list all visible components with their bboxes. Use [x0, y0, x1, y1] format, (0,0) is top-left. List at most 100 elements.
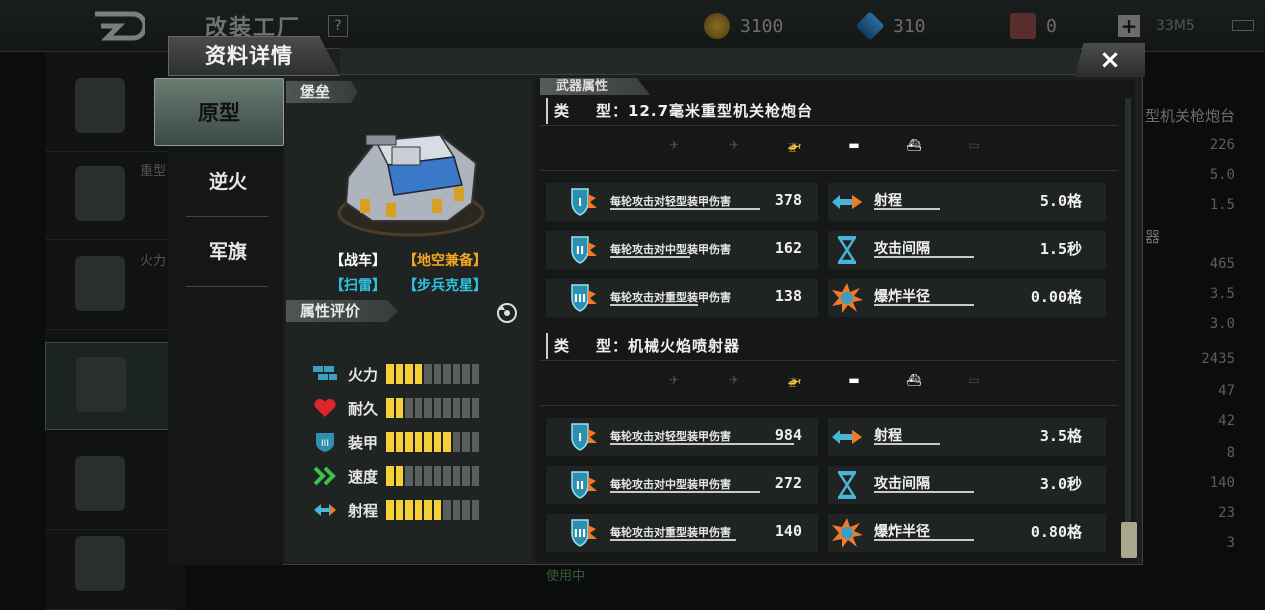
tab-prototype[interactable]: 原型 [154, 78, 284, 146]
attr-bar-segment [433, 500, 441, 520]
rotate-icon[interactable] [496, 302, 518, 324]
in-use-label: 使用中 [546, 569, 586, 584]
bg-value: 1.5 [1209, 197, 1235, 213]
svg-text:II: II [576, 479, 584, 492]
help-button[interactable]: ? [328, 15, 348, 37]
attr-bar-segment [386, 398, 394, 418]
tab-backfire[interactable]: 逆火 [184, 158, 272, 206]
list-item-selected[interactable] [45, 342, 175, 430]
attr-bar-segment [452, 364, 460, 384]
attr-bar-segment [433, 364, 441, 384]
attr-bar-segment [395, 500, 403, 520]
attr-bar-segment [414, 500, 422, 520]
target-types: ✈ ✈ 🚁 ▬ ⛴ ▭ [660, 138, 988, 158]
property-value: 0.00格 [1030, 288, 1082, 306]
attr-bar-segment [452, 432, 460, 452]
card-icon [1010, 13, 1036, 39]
attr-row: 火力 [312, 362, 479, 386]
attr-bar-segment [443, 466, 451, 486]
hourglass-icon [830, 469, 864, 501]
tank-icon: ▬ [848, 138, 860, 152]
attr-bar-segment [405, 500, 413, 520]
explosion-icon [830, 517, 864, 549]
target-types: ✈ ✈ 🚁 ▬ ⛴ ▭ [660, 373, 988, 393]
bg-value: 465 [1209, 256, 1235, 272]
attr-bar-segment [386, 432, 394, 452]
weapon-section-title: 武器属性 [540, 78, 650, 95]
attr-bar-segment [386, 364, 394, 384]
attr-bar-segment [405, 466, 413, 486]
attr-label: 速度 [348, 467, 379, 486]
property-cell: 射程 3.5格 [828, 418, 1106, 456]
attr-bar-segment [424, 364, 432, 384]
fighter-icon: ✈ [668, 373, 680, 387]
property-underline [874, 304, 974, 306]
attr-bar-segment [414, 364, 422, 384]
attr-row: III 装甲 [312, 430, 479, 454]
modal-title: 资料详情 [205, 44, 293, 68]
ship-icon: ⛴ [906, 138, 922, 152]
attr-bar-segment [395, 466, 403, 486]
attr-row: 射程 [312, 498, 479, 522]
damage-label: 每轮攻击对轻型装甲伤害 [610, 195, 731, 208]
helicopter-icon: 🚁 [786, 138, 802, 152]
attr-bar-segment [386, 466, 394, 486]
attr-bar-segment [462, 432, 470, 452]
add-currency-button[interactable]: + [1118, 15, 1140, 37]
property-value: 3.5格 [1039, 427, 1082, 445]
damage-label: 每轮攻击对重型装甲伤害 [610, 526, 731, 539]
close-button[interactable]: × [1075, 43, 1145, 77]
background-stats: 型机关枪炮台 226 5.0 1.5 器 465 3.5 3.0 2435 47… [1140, 95, 1265, 565]
attr-label: 射程 [348, 501, 379, 520]
damage-cell: I 每轮攻击对轻型装甲伤害 984 [546, 418, 818, 456]
diamond-icon [855, 11, 885, 41]
unit-thumbnail [75, 78, 125, 133]
attr-bar-segment [452, 466, 460, 486]
attr-bar-segment [452, 398, 460, 418]
svg-text:III: III [574, 527, 586, 540]
tank-icon: ▬ [848, 373, 860, 387]
damage-bar [610, 304, 698, 306]
unit-thumbnail [75, 166, 125, 221]
attr-bar-segment [405, 432, 413, 452]
bg-value: 5.0 [1209, 167, 1235, 183]
bomber-icon: ✈ [728, 138, 740, 152]
unit-thumbnail [75, 536, 125, 591]
attr-bar-segment [386, 500, 394, 520]
back-icon[interactable] [85, 8, 145, 44]
unit-tag: 【战车】 [330, 253, 386, 269]
bg-value: 47 [1218, 383, 1235, 399]
list-item[interactable] [45, 522, 175, 610]
damage-value: 162 [774, 239, 802, 257]
list-item[interactable] [45, 442, 175, 530]
divider [540, 360, 1118, 361]
bg-weapon-name: 型机关枪炮台 [1145, 107, 1236, 125]
side-tabs: 原型 逆火 军旗 [154, 76, 284, 565]
property-label: 攻击间隔 [874, 241, 930, 257]
property-value: 5.0格 [1039, 192, 1082, 210]
tab-banner[interactable]: 军旗 [184, 228, 272, 276]
unit-thumbnail [75, 256, 125, 311]
damage-value: 138 [774, 287, 802, 305]
bg-weapon-name: 器 [1145, 228, 1161, 246]
list-item[interactable]: 重型 [45, 152, 175, 240]
property-value: 1.5秒 [1039, 240, 1082, 258]
svg-text:III: III [574, 292, 586, 305]
list-item[interactable]: 火力 [45, 242, 175, 330]
bg-value: 42 [1218, 413, 1235, 429]
damage-label: 每轮攻击对轻型装甲伤害 [610, 430, 731, 443]
diamond-value: 310 [893, 15, 926, 37]
property-underline [874, 491, 974, 493]
property-cell: 攻击间隔 3.0秒 [828, 466, 1106, 504]
attr-bar-segment [443, 432, 451, 452]
bg-value: 226 [1209, 137, 1235, 153]
damage-value: 378 [774, 191, 802, 209]
attr-bar-segment [462, 500, 470, 520]
fighter-icon: ✈ [668, 138, 680, 152]
attr-row: 速度 [312, 464, 479, 488]
scrollbar-track[interactable] [1125, 98, 1131, 558]
scrollbar-thumb[interactable] [1121, 522, 1137, 558]
property-underline [874, 256, 974, 258]
armor-shield-icon: I [566, 186, 600, 218]
attr-bar-segment [395, 364, 403, 384]
